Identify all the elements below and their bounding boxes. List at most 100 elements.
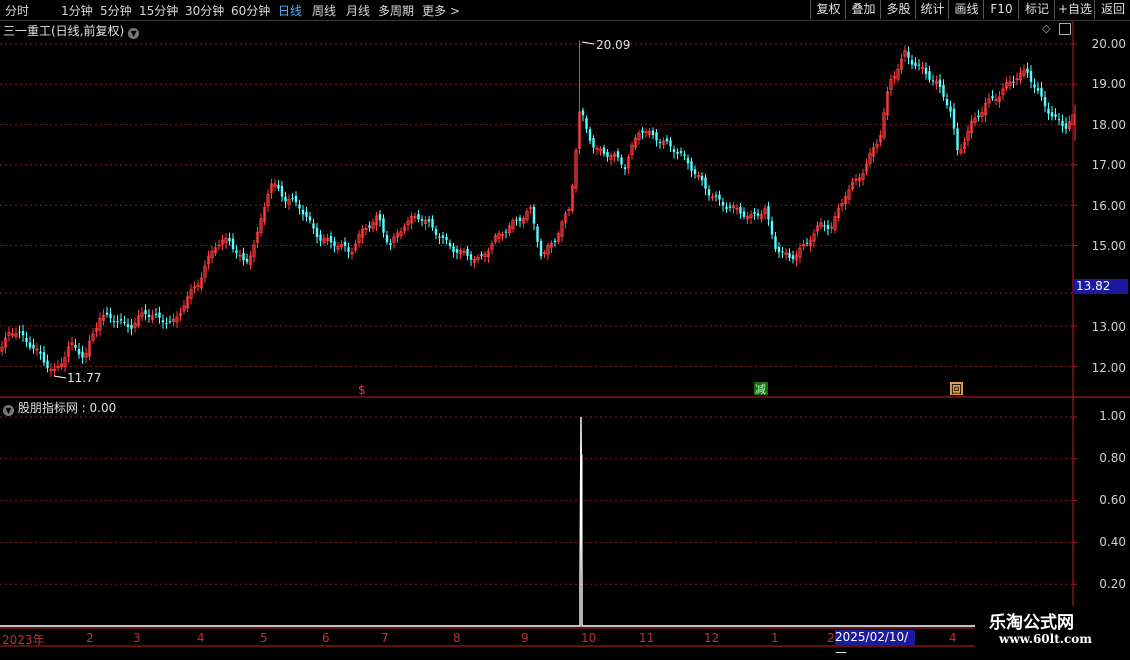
candle-body <box>788 252 791 259</box>
period-1min[interactable]: 1分钟 <box>61 2 93 19</box>
candle-body <box>917 64 921 66</box>
candle-body <box>938 79 942 87</box>
stats-button[interactable]: 统计 <box>915 0 949 19</box>
candle-body <box>165 323 168 325</box>
candle-body <box>46 360 49 369</box>
candle-body <box>725 206 728 210</box>
marker-dollar[interactable]: $ <box>358 383 366 397</box>
candle-body <box>312 223 315 229</box>
back-button[interactable]: 返回 <box>1094 0 1130 19</box>
candle-body <box>704 177 707 189</box>
candle-body <box>700 175 704 181</box>
period-weekly[interactable]: 周线 <box>312 2 336 19</box>
indicator-series[interactable] <box>0 416 1075 627</box>
marker-return[interactable]: 回 <box>951 383 962 396</box>
month-label: 4 <box>197 631 205 645</box>
chart-canvas[interactable]: 20.09 11.77 $ 减 回 <box>0 0 1130 650</box>
indicator-line <box>0 416 1075 627</box>
candle-body <box>1050 112 1054 117</box>
candle-body <box>417 214 420 220</box>
candle-body <box>672 149 676 153</box>
candle-body <box>602 147 606 154</box>
month-label: 4 <box>949 631 957 645</box>
candle-body <box>455 249 459 253</box>
indicator-axis-label: 0.40 <box>1099 535 1126 549</box>
candle-body <box>686 158 690 164</box>
candle-body <box>532 206 536 224</box>
candle-body <box>655 132 658 141</box>
add-favorite-button[interactable]: +自选 <box>1054 0 1095 19</box>
candle-body <box>753 212 756 215</box>
candle-body <box>665 138 669 142</box>
price-axis-label: 17.00 <box>1091 158 1126 172</box>
multi-stock-button[interactable]: 多股 <box>880 0 916 19</box>
draw-button[interactable]: 画线 <box>948 0 984 19</box>
candle-body <box>606 151 609 157</box>
period-fenshi[interactable]: 分时 <box>5 2 29 19</box>
candle-body <box>434 229 438 235</box>
candle-body <box>767 206 770 220</box>
candle-body <box>32 344 35 349</box>
candle-body <box>343 241 347 246</box>
month-label: 2023年 <box>2 633 45 647</box>
f10-button[interactable]: F10 <box>983 0 1019 19</box>
month-label: 3 <box>133 631 141 645</box>
candle-body <box>81 351 84 358</box>
candle-body <box>1061 120 1064 127</box>
month-label: 1 <box>771 631 779 645</box>
mark-button[interactable]: 标记 <box>1018 0 1055 19</box>
candle-body <box>301 209 305 215</box>
candle-body <box>641 130 644 133</box>
candle-body <box>431 218 434 228</box>
candle-body <box>1012 81 1015 83</box>
adjust-button[interactable]: 复权 <box>810 0 846 19</box>
candle-body <box>452 246 455 252</box>
candle-body <box>242 252 245 261</box>
stock-title[interactable]: 三一重工(日线,前复权) ▼ <box>3 22 140 39</box>
candle-body <box>707 189 711 196</box>
diamond-icon[interactable]: ◇ <box>1042 22 1050 35</box>
price-axis-label: 20.00 <box>1091 37 1126 51</box>
candle-body <box>427 219 431 222</box>
candle-body <box>777 246 781 253</box>
candle-body <box>466 249 469 256</box>
indicator-title[interactable]: ▼ 股朋指标网 : 0.00 <box>3 399 116 416</box>
candle-body <box>144 310 147 315</box>
candle-body <box>448 242 452 247</box>
candle-body <box>161 320 165 323</box>
panel-toggle-icon[interactable] <box>1059 23 1071 35</box>
period-60min[interactable]: 60分钟 <box>231 2 270 19</box>
period-more[interactable]: 更多 > <box>422 2 460 19</box>
candle-body <box>518 217 522 222</box>
period-daily[interactable]: 日线 <box>278 2 302 19</box>
candle-body <box>347 247 350 252</box>
marker-reduce[interactable]: 减 <box>755 383 766 396</box>
crosshair-date: 2025/02/10/— <box>835 630 915 659</box>
month-label: 9 <box>521 631 529 645</box>
overlay-button[interactable]: 叠加 <box>845 0 881 19</box>
period-15min[interactable]: 15分钟 <box>139 2 178 19</box>
candle-body <box>781 251 784 253</box>
period-30min[interactable]: 30分钟 <box>185 2 224 19</box>
candle-body <box>130 324 133 329</box>
candle-body <box>928 71 931 80</box>
candle-body <box>991 96 994 99</box>
period-5min[interactable]: 5分钟 <box>100 2 132 19</box>
candle-body <box>25 337 28 343</box>
indicator-chevron-icon[interactable]: ▼ <box>3 405 14 416</box>
period-monthly[interactable]: 月线 <box>346 2 370 19</box>
candle-body <box>770 220 774 235</box>
month-label: 6 <box>322 631 330 645</box>
candle-body <box>945 99 949 106</box>
candle-body <box>942 84 945 97</box>
period-multi[interactable]: 多周期 <box>378 2 414 19</box>
watermark: 乐淘公式网 www.60lt.com <box>975 606 1130 650</box>
candle-body <box>977 115 980 118</box>
candle-body <box>728 206 732 208</box>
candle-body <box>480 254 483 256</box>
candle-body <box>28 342 32 348</box>
candle-body <box>683 154 686 156</box>
candle-body <box>298 204 301 209</box>
month-label: 5 <box>260 631 268 645</box>
chevron-down-icon[interactable]: ▼ <box>128 28 140 39</box>
